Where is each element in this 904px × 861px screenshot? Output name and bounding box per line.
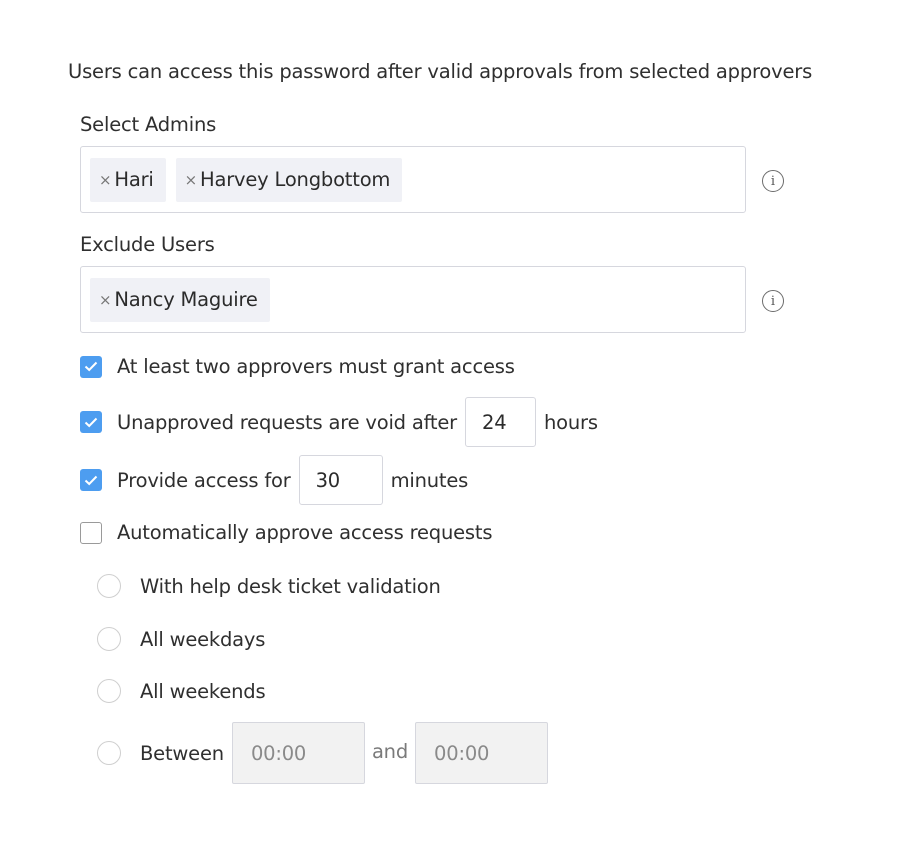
option-void-after: Unapproved requests are void after 24 ho… bbox=[80, 397, 598, 447]
void-after-label: Unapproved requests are void after bbox=[117, 410, 457, 434]
select-admins-label: Select Admins bbox=[80, 113, 217, 136]
info-icon[interactable]: i bbox=[762, 290, 784, 312]
exclude-users-label: Exclude Users bbox=[80, 233, 215, 256]
radio-help-desk: With help desk ticket validation bbox=[97, 574, 441, 598]
remove-tag-icon[interactable]: × bbox=[99, 291, 112, 309]
weekdays-label: All weekdays bbox=[140, 627, 266, 651]
option-access-for: Provide access for 30 minutes bbox=[80, 455, 468, 505]
help-desk-label: With help desk ticket validation bbox=[140, 574, 441, 598]
tag-label: Nancy Maguire bbox=[114, 288, 258, 311]
and-label: and bbox=[371, 739, 409, 763]
two-approvers-label: At least two approvers must grant access bbox=[117, 355, 515, 378]
access-for-minutes-input[interactable]: 30 bbox=[298, 455, 383, 505]
auto-approve-checkbox[interactable] bbox=[80, 521, 102, 544]
access-for-checkbox[interactable] bbox=[80, 469, 102, 491]
info-icon[interactable]: i bbox=[762, 170, 784, 192]
exclude-users-input[interactable]: × Nancy Maguire bbox=[80, 266, 746, 333]
between-to-time-input[interactable]: 00:00 bbox=[415, 722, 549, 784]
help-desk-radio[interactable] bbox=[97, 574, 121, 598]
option-two-approvers: At least two approvers must grant access bbox=[80, 355, 515, 378]
intro-text: Users can access this password after val… bbox=[68, 60, 813, 83]
checkmark-icon bbox=[84, 417, 98, 427]
auto-approve-label: Automatically approve access requests bbox=[117, 521, 493, 544]
checkmark-icon bbox=[84, 475, 98, 485]
admin-tag: × Hari bbox=[90, 157, 166, 202]
weekends-label: All weekends bbox=[140, 679, 266, 703]
between-label: Between bbox=[140, 741, 224, 765]
radio-between: Between 00:00 and 00:00 bbox=[97, 722, 549, 784]
between-from-time-input[interactable]: 00:00 bbox=[231, 722, 365, 784]
admin-tag: × Harvey Longbottom bbox=[175, 157, 403, 202]
between-radio[interactable] bbox=[97, 741, 121, 765]
remove-tag-icon[interactable]: × bbox=[185, 171, 198, 189]
void-after-checkbox[interactable] bbox=[80, 411, 102, 433]
access-for-unit: minutes bbox=[390, 468, 469, 492]
radio-weekends: All weekends bbox=[97, 679, 266, 703]
excluded-user-tag: × Nancy Maguire bbox=[90, 277, 270, 322]
weekdays-radio[interactable] bbox=[97, 627, 121, 651]
checkmark-icon bbox=[84, 361, 98, 372]
void-after-hours-input[interactable]: 24 bbox=[464, 397, 536, 447]
tag-label: Hari bbox=[114, 168, 154, 191]
option-auto-approve: Automatically approve access requests bbox=[80, 521, 492, 544]
access-for-label: Provide access for bbox=[117, 468, 291, 492]
weekends-radio[interactable] bbox=[97, 679, 121, 703]
void-after-unit: hours bbox=[543, 410, 598, 434]
tag-label: Harvey Longbottom bbox=[200, 168, 391, 191]
select-admins-input[interactable]: × Hari × Harvey Longbottom bbox=[80, 146, 746, 213]
radio-weekdays: All weekdays bbox=[97, 627, 265, 651]
remove-tag-icon[interactable]: × bbox=[99, 171, 112, 189]
two-approvers-checkbox[interactable] bbox=[80, 355, 102, 378]
